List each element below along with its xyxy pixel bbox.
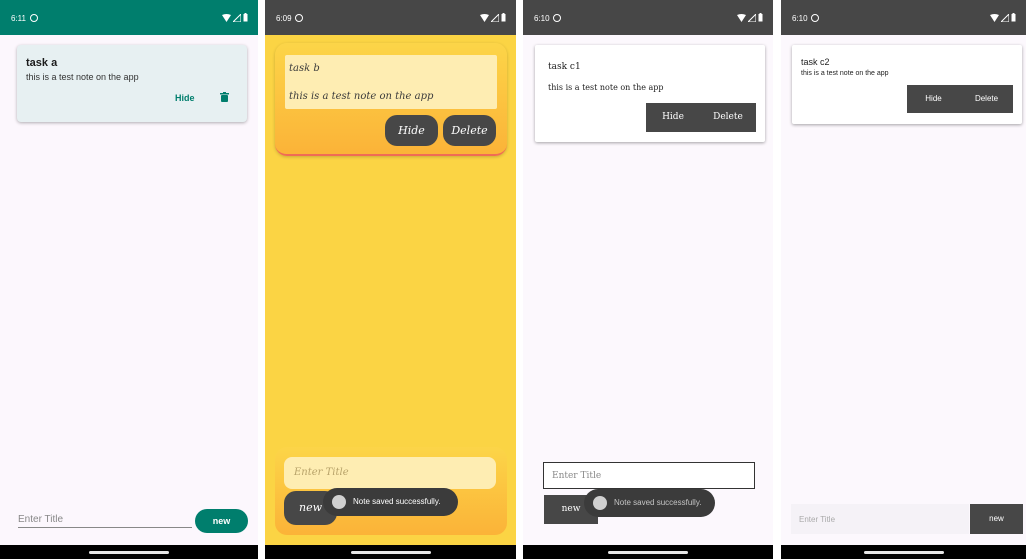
phone-screen-4: 6:10 task c2 this is a test note on the …: [781, 0, 1026, 559]
nav-bar: [523, 545, 773, 559]
title-input[interactable]: Enter Title: [284, 457, 496, 489]
system-icons: [480, 13, 506, 22]
phone-screen-2: 6:09 task b this is a test note on the a…: [265, 0, 516, 559]
delete-button[interactable]: Delete: [960, 85, 1013, 113]
signal-icon: [1001, 13, 1009, 22]
phone-screen-1: 6:11 task a this is a test note on the a…: [0, 0, 258, 559]
system-icons: [222, 13, 248, 22]
hide-button[interactable]: Hide: [646, 103, 700, 132]
hide-button[interactable]: Hide: [385, 115, 438, 146]
circle-notification-icon: [553, 14, 561, 22]
delete-button[interactable]: Delete: [443, 115, 496, 146]
status-time: 6:11: [11, 14, 26, 23]
home-handle[interactable]: [863, 551, 944, 554]
circle-notification-icon: [295, 14, 303, 22]
status-bar: 6:10: [523, 0, 773, 35]
title-input[interactable]: Enter Title: [791, 504, 969, 534]
home-handle[interactable]: [608, 551, 688, 554]
note-title: task b: [289, 63, 320, 74]
signal-icon: [748, 13, 756, 22]
signal-icon: [491, 13, 499, 22]
battery-icon: [501, 13, 506, 22]
app-icon: [593, 496, 607, 510]
phone-screen-3: 6:10 task c1 this is a test note on the …: [523, 0, 773, 559]
toast-message: Note saved successfully.: [323, 488, 458, 516]
home-handle[interactable]: [350, 551, 431, 554]
hide-button[interactable]: Hide: [907, 85, 960, 113]
system-icons: [990, 13, 1016, 22]
status-bar: 6:09: [265, 0, 516, 35]
note-title: task a: [26, 57, 58, 69]
toast-message: Note saved successfully.: [584, 489, 715, 517]
app-icon: [332, 495, 346, 509]
note-card[interactable]: task b this is a test note on the app Hi…: [275, 43, 507, 156]
home-handle[interactable]: [89, 551, 169, 554]
note-title: task c2: [801, 57, 830, 67]
new-button[interactable]: new: [970, 504, 1023, 534]
battery-icon: [758, 13, 763, 22]
note-body: this is a test note on the app: [548, 83, 664, 92]
note-title: task c1: [548, 62, 581, 72]
signal-icon: [233, 13, 241, 22]
nav-bar: [265, 545, 516, 559]
wifi-icon: [222, 13, 231, 22]
toast-text: Note saved successfully.: [353, 497, 441, 506]
nav-bar: [0, 545, 258, 559]
delete-button[interactable]: Delete: [700, 103, 756, 132]
circle-notification-icon: [811, 14, 819, 22]
status-bar: 6:11: [0, 0, 258, 35]
new-button[interactable]: new: [195, 509, 248, 533]
wifi-icon: [990, 13, 999, 22]
battery-icon: [1011, 13, 1016, 22]
toast-text: Note saved successfully.: [614, 498, 702, 507]
wifi-icon: [737, 13, 746, 22]
note-card[interactable]: task c1 this is a test note on the app H…: [535, 45, 765, 142]
note-card[interactable]: task a this is a test note on the app Hi…: [17, 45, 247, 122]
circle-notification-icon: [30, 14, 38, 22]
status-time: 6:10: [792, 14, 808, 23]
status-time: 6:09: [276, 14, 292, 23]
system-icons: [737, 13, 763, 22]
title-input[interactable]: Enter Title: [543, 462, 755, 489]
note-body: this is a test note on the app: [289, 91, 434, 102]
hide-button[interactable]: Hide: [175, 93, 195, 103]
note-body: this is a test note on the app: [801, 70, 889, 77]
status-bar: 6:10: [781, 0, 1026, 35]
trash-icon[interactable]: [220, 92, 229, 102]
wifi-icon: [480, 13, 489, 22]
nav-bar: [781, 545, 1026, 559]
note-body: this is a test note on the app: [26, 72, 139, 82]
status-time: 6:10: [534, 14, 550, 23]
battery-icon: [243, 13, 248, 22]
title-input[interactable]: Enter Title: [18, 510, 192, 528]
note-card[interactable]: task c2 this is a test note on the app H…: [792, 45, 1022, 124]
